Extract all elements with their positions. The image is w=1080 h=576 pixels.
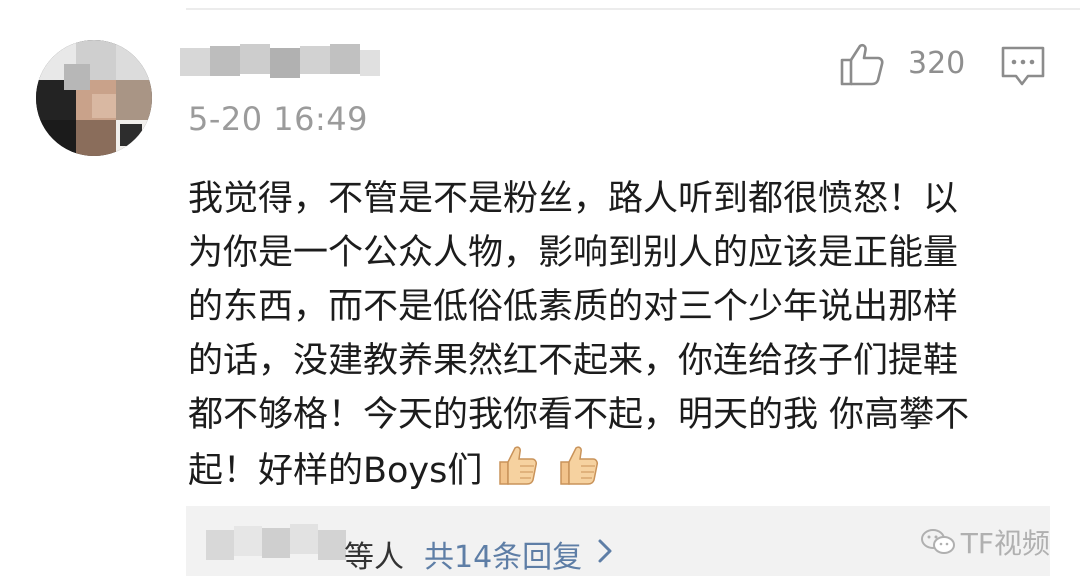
reply-user-redacted [206,516,356,560]
thumbs-up-outline-icon[interactable] [838,40,886,88]
reply-users-suffix: 等人 [344,540,404,575]
wechat-logo-icon [920,529,955,554]
comment-bubble-icon[interactable] [1000,44,1046,88]
username-redacted[interactable] [180,42,380,82]
comment-line: 的东西，而不是低俗低素质的对三个少年说出那样 [188,287,959,327]
comment-line: 的话，没建教养果然红不起来，你连给孩子们提鞋 [188,341,959,381]
thumbs-up-emoji-icon [559,446,598,485]
top-divider [186,8,1080,10]
thumbs-up-emoji-icon [498,446,537,485]
comment-timestamp: 5-20 16:49 [188,100,369,138]
watermark: TF视频 [920,522,1050,562]
like-count: 320 [908,46,966,81]
avatar[interactable] [36,40,152,156]
comment-body: 我觉得，不管是不是粉丝，路人听到都很愤怒！以 为你是一个公众人物，影响到别人的应… [188,172,1048,504]
comment-line: 都不够格！今天的我你看不起，明天的我 你高攀不 [188,395,970,435]
emoji-group [494,442,605,504]
watermark-text: TF视频 [960,527,1050,560]
view-replies-link[interactable]: 共14条回复 [424,532,582,576]
comment-line: 起！好样的Boys们 [188,451,483,491]
comment-line: 我觉得，不管是不是粉丝，路人听到都很愤怒！以 [188,179,959,219]
chevron-right-icon[interactable] [596,538,614,564]
comment-last-line: 起！好样的Boys们 [188,442,1048,504]
comment-line: 为你是一个公众人物，影响到别人的应该是正能量 [188,233,959,273]
